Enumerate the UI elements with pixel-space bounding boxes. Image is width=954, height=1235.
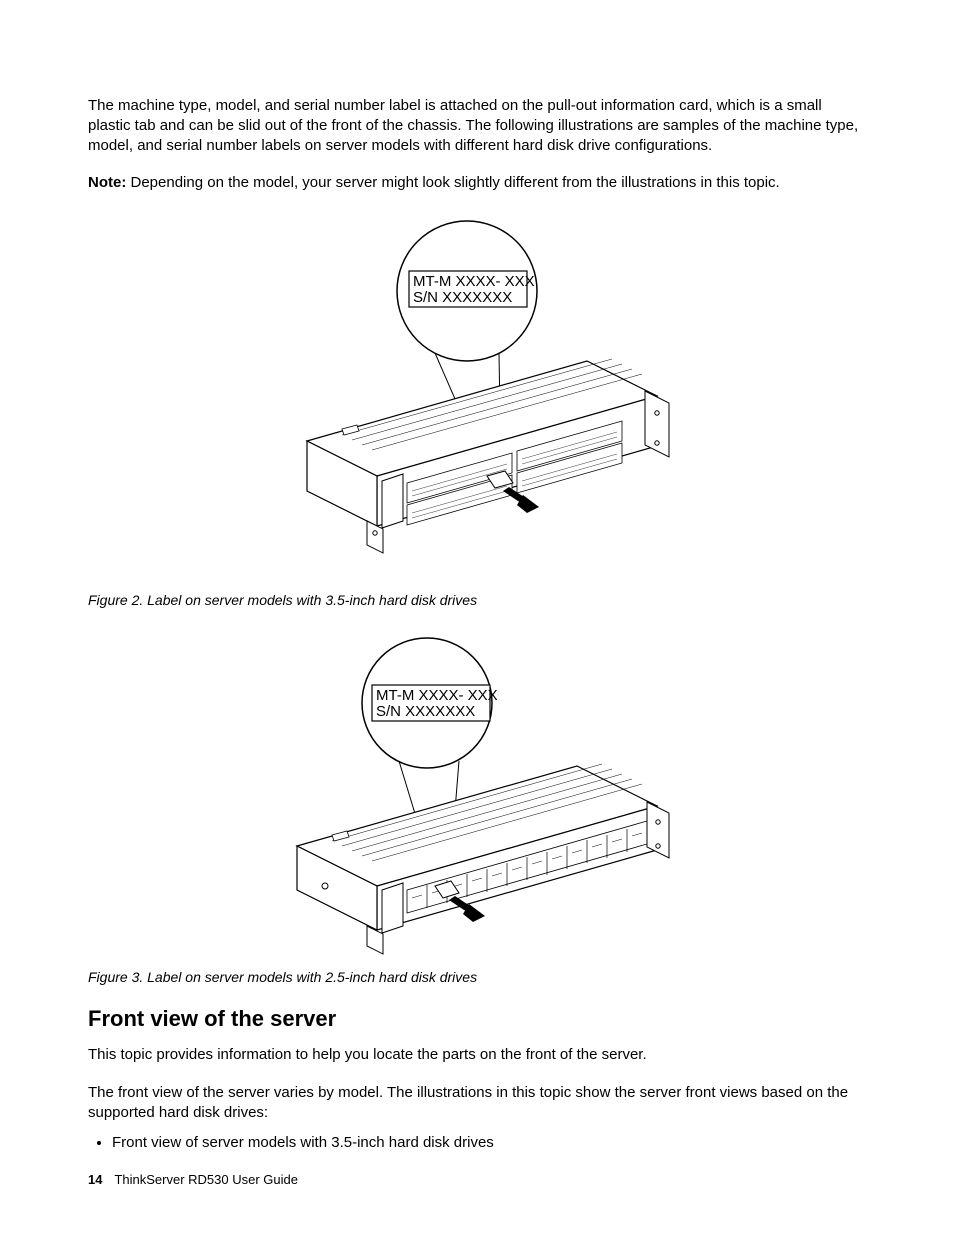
figure-2-svg: MT-M XXXX- XXX S/N XXXXXXX [277, 211, 677, 581]
fig2-label-line2: S/N XXXXXXX [413, 289, 512, 306]
note-label: Note: [88, 174, 126, 191]
page-footer: 14 ThinkServer RD530 User Guide [88, 1172, 298, 1187]
section-variation-paragraph: The front view of the server varies by m… [88, 1083, 866, 1123]
section-heading-front-view: Front view of the server [88, 1004, 866, 1033]
fig3-label-line1: MT-M XXXX- XXX [376, 687, 498, 704]
fig2-label-line1: MT-M XXXX- XXX [413, 273, 535, 290]
fig3-label-line2: S/N XXXXXXX [376, 703, 475, 720]
note-paragraph: Note: Depending on the model, your serve… [88, 173, 866, 193]
figure-3: MT-M XXXX- XXX S/N XXXXXXX [88, 628, 866, 958]
bullet-list: Front view of server models with 3.5-inc… [88, 1133, 866, 1153]
note-text: Depending on the model, your server migh… [126, 174, 779, 191]
figure-3-svg: MT-M XXXX- XXX S/N XXXXXXX [277, 628, 677, 958]
figure-2: MT-M XXXX- XXX S/N XXXXXXX [88, 211, 866, 581]
list-item: Front view of server models with 3.5-inc… [112, 1133, 866, 1153]
footer-title: ThinkServer RD530 User Guide [114, 1172, 298, 1187]
intro-paragraph: The machine type, model, and serial numb… [88, 96, 866, 155]
section-intro-paragraph: This topic provides information to help … [88, 1045, 866, 1065]
figure-3-caption: Figure 3. Label on server models with 2.… [88, 968, 866, 986]
figure-2-caption: Figure 2. Label on server models with 3.… [88, 591, 866, 609]
page-number: 14 [88, 1172, 102, 1187]
